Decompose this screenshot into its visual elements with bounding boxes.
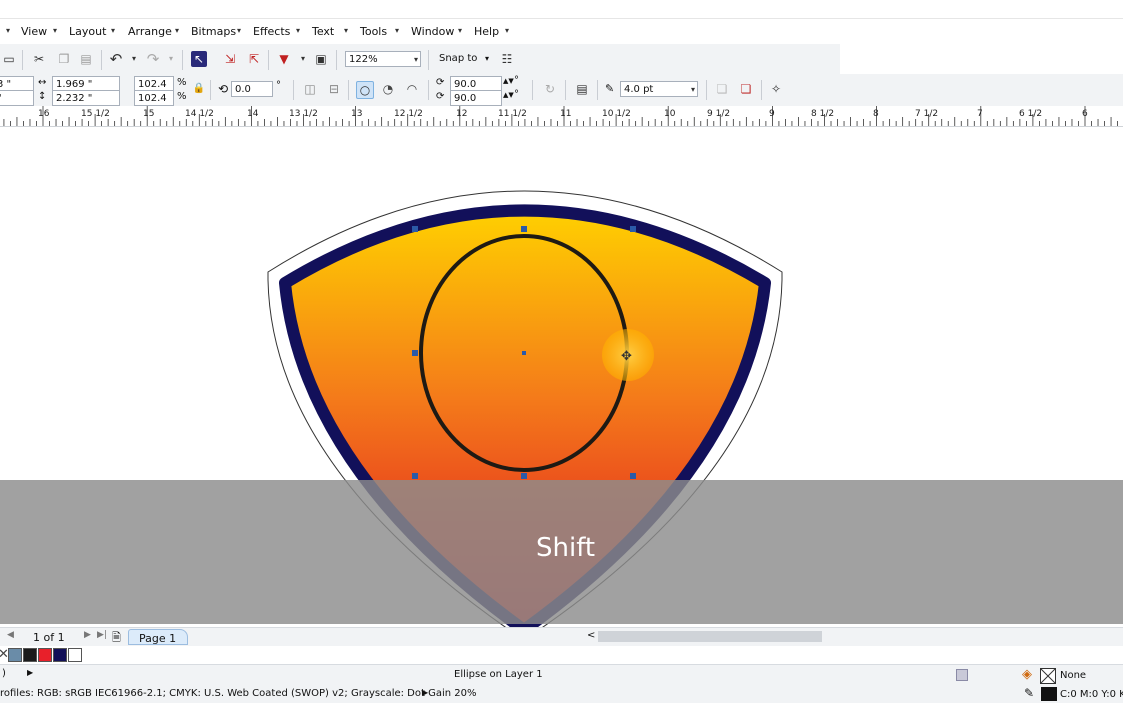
handle-center[interactable] — [522, 351, 526, 355]
status-paren-icon: ) — [2, 668, 6, 679]
last-page-icon[interactable]: ▶| — [97, 630, 107, 640]
object-info: Ellipse on Layer 1 — [454, 669, 543, 680]
color-swatch[interactable] — [23, 648, 37, 662]
handle-top-right[interactable] — [630, 226, 636, 232]
color-profiles-info: rofiles: RGB: sRGB IEC61966-2.1; CMYK: U… — [0, 688, 477, 699]
fill-label: None — [1060, 670, 1087, 681]
handle-mid-left[interactable] — [412, 350, 418, 356]
handle-top-left[interactable] — [412, 226, 418, 232]
color-swatch[interactable] — [53, 648, 67, 662]
handle-bottom-left[interactable] — [412, 473, 418, 479]
keystroke-label: Shift — [536, 533, 596, 563]
handle-bottom-center[interactable] — [521, 473, 527, 479]
move-cursor-icon: ✥ — [621, 349, 632, 364]
outline-color-swatch — [1041, 687, 1057, 701]
status-bar: ) ▶ Ellipse on Layer 1 ◈ None ✎ C:0 M:0 … — [0, 664, 1123, 703]
page-navigation-bar: ◀ 1 of 1 ▶ ▶| 🗎 Page 1 < — [0, 627, 1123, 646]
color-swatch[interactable] — [68, 648, 82, 662]
handle-top-center[interactable] — [521, 226, 527, 232]
handle-bottom-right[interactable] — [630, 473, 636, 479]
profiles-arrow-icon[interactable]: ▶ — [422, 688, 428, 697]
outline-color-value: C:0 M:0 Y:0 K: — [1060, 689, 1123, 700]
outline-pen-status-icon: ✎ — [1024, 686, 1035, 700]
color-swatch[interactable] — [38, 648, 52, 662]
color-proof-icon[interactable] — [956, 669, 968, 681]
color-palette: ✕ — [0, 646, 1123, 664]
fill-bucket-icon: ◈ — [1022, 667, 1032, 682]
page-count: 1 of 1 — [33, 631, 65, 644]
no-fill-icon — [1040, 668, 1056, 684]
color-swatch[interactable] — [8, 648, 22, 662]
page-tab[interactable]: Page 1 — [128, 629, 188, 645]
next-page-icon[interactable]: ▶ — [84, 630, 91, 640]
horizontal-scrollbar-thumb[interactable] — [598, 631, 822, 642]
scroll-left-icon[interactable]: < — [587, 630, 595, 641]
expand-arrow-icon[interactable]: ▶ — [27, 668, 33, 677]
page-tab-label: Page 1 — [139, 632, 177, 645]
previous-page-icon[interactable]: ◀ — [7, 630, 14, 640]
